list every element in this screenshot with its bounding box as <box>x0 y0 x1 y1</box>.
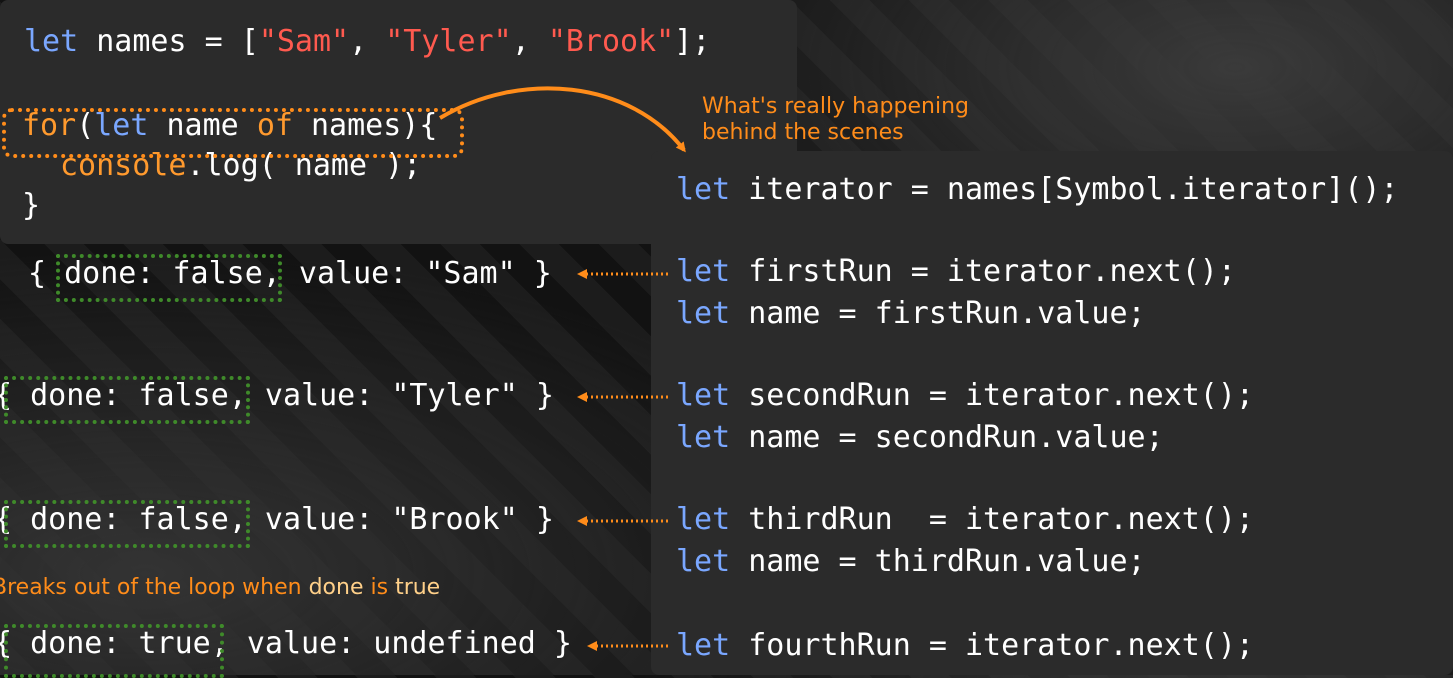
arrows-layer <box>438 86 686 651</box>
for-to-iterator-arrow <box>438 86 686 153</box>
